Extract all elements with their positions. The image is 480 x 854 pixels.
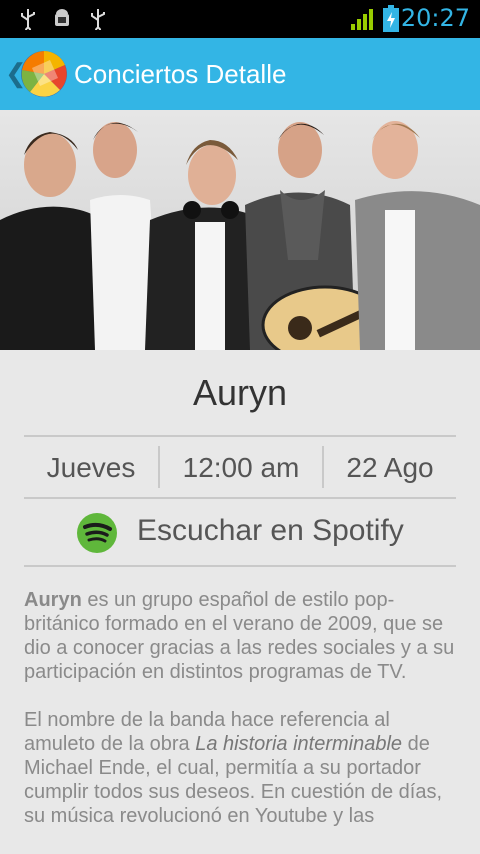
description-artist: Auryn: [24, 589, 82, 611]
spotify-label: Escuchar en Spotify: [137, 514, 404, 547]
spotify-button[interactable]: Escuchar en Spotify: [24, 500, 456, 566]
band-photo: [0, 110, 480, 350]
status-bar: 20:27: [0, 0, 480, 38]
concert-date: 22 Ago: [346, 452, 434, 483]
page-title: Conciertos Detalle: [74, 59, 287, 89]
divider: [24, 435, 456, 437]
action-bar: ❮ Conciertos Detalle: [0, 38, 480, 110]
usb-icon: [21, 9, 35, 30]
spotify-icon: [77, 513, 117, 553]
description: Auryn es un grupo español de estilo pop-…: [24, 588, 460, 852]
description-paragraph: El nombre de la banda hace referencia al…: [24, 709, 443, 827]
divider: [24, 565, 456, 567]
book-title: La historia interminable: [195, 733, 403, 755]
divider: [24, 497, 456, 499]
concert-day: Jueves: [46, 452, 136, 483]
android-debug-icon: [55, 9, 69, 26]
app-logo-icon[interactable]: [20, 50, 68, 98]
description-paragraph: Auryn es un grupo español de estilo pop-…: [24, 589, 455, 683]
battery-charging-icon: [383, 5, 399, 32]
concert-info-row: Jueves 12:00 am 22 Ago: [24, 438, 456, 498]
concert-time: 12:00 am: [182, 452, 300, 483]
signal-icon: [351, 9, 373, 30]
usb-icon: [91, 9, 105, 30]
clock: 20:27: [400, 4, 470, 32]
artist-name: Auryn: [192, 372, 288, 413]
